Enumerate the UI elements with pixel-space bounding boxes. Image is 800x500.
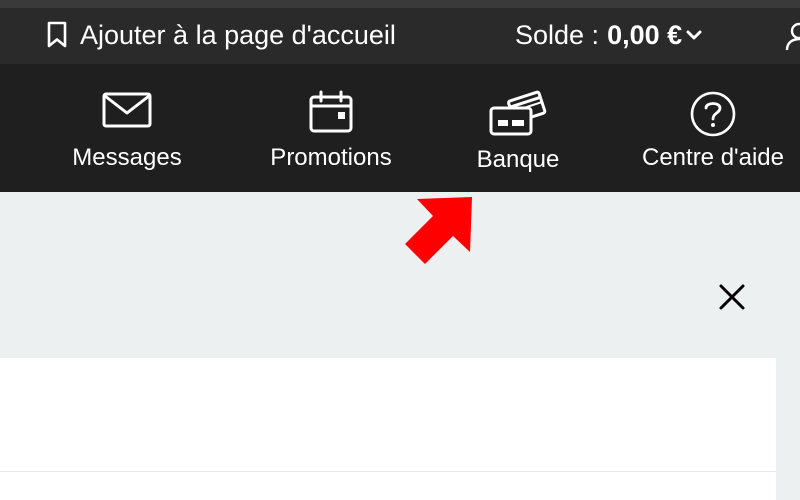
- page: Ajouter à la page d'accueil Solde : 0,00…: [0, 0, 800, 500]
- nav-item-label: Messages: [72, 144, 182, 171]
- help-circle-icon: [689, 90, 737, 138]
- user-icon[interactable]: [784, 20, 800, 52]
- nav-item-banque[interactable]: Banque: [460, 64, 576, 192]
- close-icon: [719, 284, 745, 310]
- add-to-homepage-link[interactable]: Ajouter à la page d'accueil: [46, 18, 396, 52]
- envelope-icon: [101, 90, 153, 130]
- nav-item-messages[interactable]: Messages: [60, 64, 194, 192]
- credit-cards-icon: [489, 90, 547, 138]
- main-nav: Messages Promotions Banque Centre d'aide: [0, 64, 800, 192]
- balance-label: Solde :: [515, 19, 600, 50]
- nav-item-label: Centre d'aide: [641, 144, 785, 171]
- add-to-homepage-label: Ajouter à la page d'accueil: [80, 19, 396, 50]
- nav-item-label: Banque: [476, 146, 560, 173]
- nav-item-label: Promotions: [270, 144, 392, 171]
- calendar-icon: [308, 90, 354, 134]
- balance-value: 0,00 €: [607, 19, 683, 50]
- chevron-down-icon: [686, 29, 702, 41]
- red-arrow-pointer-icon: [400, 192, 480, 266]
- bookmark-icon: [46, 21, 68, 49]
- nav-item-centre-d-aide[interactable]: Centre d'aide: [632, 64, 794, 192]
- divider: [0, 471, 776, 472]
- top-bar: Ajouter à la page d'accueil Solde : 0,00…: [0, 0, 800, 64]
- balance-dropdown[interactable]: Solde : 0,00 €: [515, 18, 702, 52]
- content-panel: [0, 358, 776, 500]
- nav-item-promotions[interactable]: Promotions: [256, 64, 406, 192]
- close-button[interactable]: [716, 281, 748, 313]
